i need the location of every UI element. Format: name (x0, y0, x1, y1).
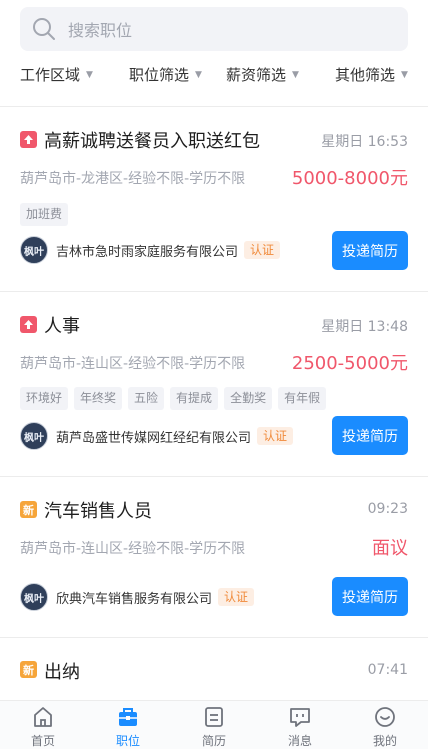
hot-badge-icon (20, 316, 37, 333)
benefit-tag: 有年假 (278, 387, 327, 410)
resume-icon (205, 707, 223, 727)
filter-position[interactable]: 职位筛选 ▼ (129, 64, 202, 85)
job-time: 星期日 16:53 (321, 134, 408, 150)
filter-bar: 工作区域 ▼ 职位筛选 ▼ 薪资筛选 ▼ 其他筛选 ▼ (0, 64, 428, 86)
job-salary: 5000-8000元 (291, 168, 408, 189)
job-title: 高薪诚聘送餐员入职送红包 (44, 131, 260, 152)
job-time: 07:41 (367, 662, 408, 678)
company-row[interactable]: 枫叶 欣典汽车销售服务有限公司 认证 (20, 583, 255, 611)
tab-profile[interactable]: 我的 (355, 701, 415, 749)
benefit-tag: 有提成 (170, 387, 219, 410)
briefcase-icon (119, 708, 137, 726)
job-meta: 葫芦岛市-连山区-经验不限-学历不限 (20, 541, 246, 557)
job-card[interactable]: 新 出纳 07:41 (0, 638, 428, 700)
company-name: 吉林市急时雨家庭服务有限公司 (56, 244, 239, 260)
company-avatar: 枫叶 (20, 422, 48, 450)
apply-button[interactable]: 投递简历 (332, 416, 408, 455)
job-time: 09:23 (367, 501, 408, 517)
benefit-tag: 五险 (128, 387, 165, 410)
company-name: 葫芦岛盛世传媒网红经纪有限公司 (56, 430, 252, 446)
search-bar[interactable]: 搜索职位 (20, 7, 408, 51)
caret-down-icon: ▼ (86, 69, 93, 80)
job-card[interactable]: 高薪诚聘送餐员入职送红包 星期日 16:53 葫芦岛市-龙港区-经验不限-学历不… (0, 107, 428, 291)
job-card[interactable]: 人事 星期日 13:48 葫芦岛市-连山区-经验不限-学历不限 2500-500… (0, 292, 428, 476)
job-salary: 2500-5000元 (291, 353, 408, 374)
caret-down-icon: ▼ (401, 69, 408, 80)
new-badge-icon: 新 (20, 501, 37, 518)
job-tags: 加班费 (20, 203, 69, 226)
home-icon (34, 707, 52, 727)
filter-area[interactable]: 工作区域 ▼ (20, 64, 93, 85)
apply-button[interactable]: 投递简历 (332, 577, 408, 616)
filter-other[interactable]: 其他筛选 ▼ (335, 64, 408, 85)
tab-messages[interactable]: 消息 (270, 701, 330, 749)
benefit-tag: 环境好 (20, 387, 69, 410)
hot-badge-icon (20, 131, 37, 148)
verified-badge: 认证 (257, 427, 294, 445)
job-card[interactable]: 新 汽车销售人员 09:23 葫芦岛市-连山区-经验不限-学历不限 面议 枫叶 … (0, 477, 428, 637)
verified-badge: 认证 (244, 241, 281, 259)
caret-down-icon: ▼ (292, 69, 299, 80)
job-title: 出纳 (44, 662, 80, 683)
tab-home[interactable]: 首页 (13, 701, 73, 749)
job-meta: 葫芦岛市-龙港区-经验不限-学历不限 (20, 171, 246, 187)
company-row[interactable]: 枫叶 吉林市急时雨家庭服务有限公司 认证 (20, 236, 281, 264)
filter-salary[interactable]: 薪资筛选 ▼ (226, 64, 299, 85)
job-time: 星期日 13:48 (321, 319, 408, 335)
benefit-tag: 加班费 (20, 203, 69, 226)
company-row[interactable]: 枫叶 葫芦岛盛世传媒网红经纪有限公司 认证 (20, 422, 294, 450)
bottom-tab-bar: 首页 职位 简历 消息 我的 (0, 700, 428, 749)
company-avatar: 枫叶 (20, 236, 48, 264)
company-name: 欣典汽车销售服务有限公司 (56, 591, 213, 607)
job-tags: 环境好 年终奖 五险 有提成 全勤奖 有年假 (20, 387, 327, 410)
verified-badge: 认证 (218, 588, 255, 606)
benefit-tag: 年终奖 (74, 387, 123, 410)
job-salary: 面议 (372, 538, 408, 559)
caret-down-icon: ▼ (195, 69, 202, 80)
company-avatar: 枫叶 (20, 583, 48, 611)
job-title: 汽车销售人员 (44, 501, 152, 522)
new-badge-icon: 新 (20, 661, 37, 678)
job-title: 人事 (44, 316, 80, 337)
job-meta: 葫芦岛市-连山区-经验不限-学历不限 (20, 356, 246, 372)
tab-jobs[interactable]: 职位 (98, 701, 158, 749)
benefit-tag: 全勤奖 (224, 387, 273, 410)
message-icon (290, 708, 310, 727)
search-icon (33, 18, 55, 40)
apply-button[interactable]: 投递简历 (332, 231, 408, 270)
search-input[interactable]: 搜索职位 (68, 17, 132, 41)
tab-resume[interactable]: 简历 (184, 701, 244, 749)
profile-icon (375, 707, 395, 727)
